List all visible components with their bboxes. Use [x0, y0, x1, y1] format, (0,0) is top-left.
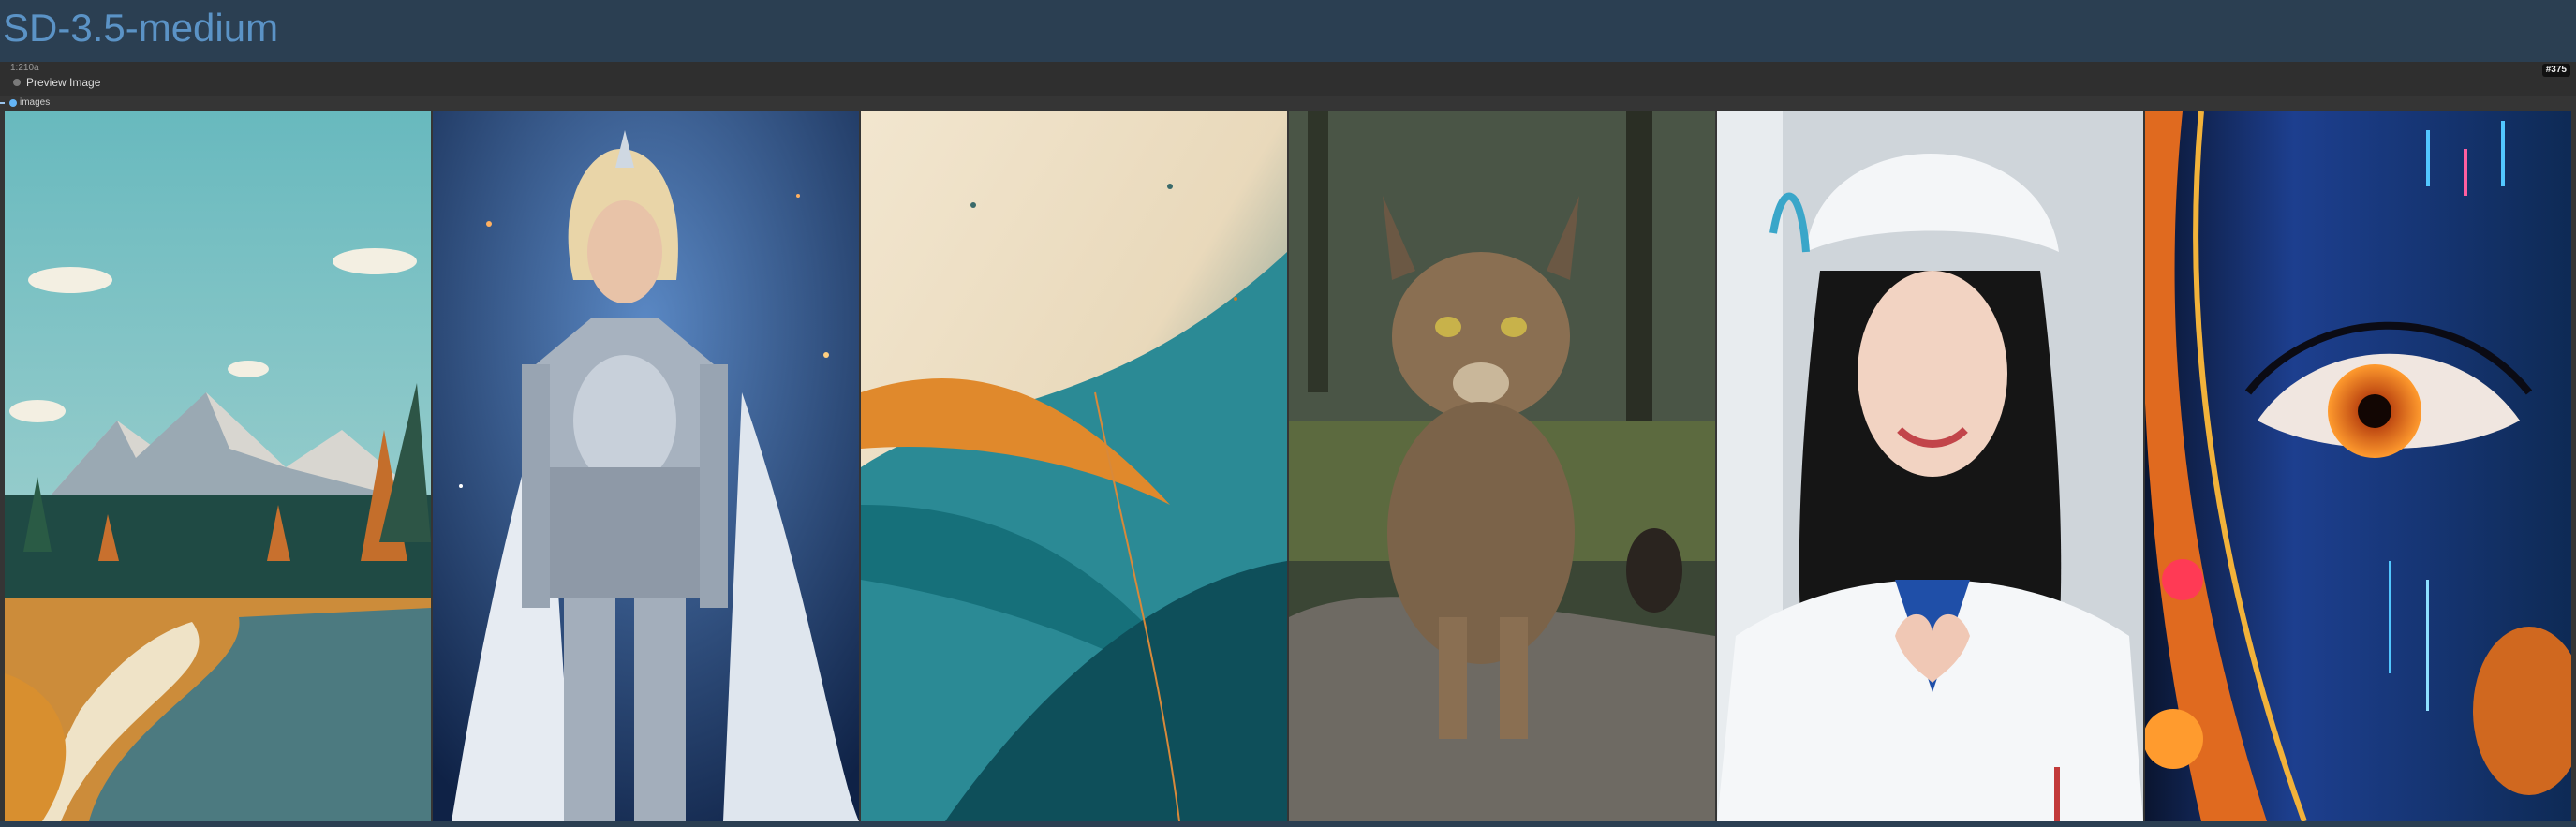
lynx-cat-image[interactable] [1289, 111, 1715, 821]
armored-knight-image[interactable] [433, 111, 859, 821]
preview-image-node[interactable]: 1:210a Preview Image #375 images [0, 62, 2576, 827]
node-footer [0, 821, 2576, 827]
node-collapse-dot[interactable] [13, 79, 21, 86]
image-gallery [5, 111, 2571, 821]
node-id: 1:210a [10, 63, 39, 73]
input-socket[interactable] [9, 99, 17, 107]
input-link-line [0, 102, 5, 104]
input-label: images [20, 97, 51, 108]
node-badge: #375 [2541, 64, 2570, 77]
nurse-heart-image[interactable] [1717, 111, 2143, 821]
abstract-feather-image[interactable] [861, 111, 1287, 821]
landscape-river-image[interactable] [5, 111, 431, 821]
input-row: images [0, 96, 2576, 111]
node-title: Preview Image [26, 76, 101, 89]
node-header[interactable]: 1:210a Preview Image #375 [0, 62, 2576, 96]
page-title: SD-3.5-medium [3, 6, 279, 50]
title-bar: SD-3.5-medium [0, 0, 2576, 62]
digital-eye-image[interactable] [2145, 111, 2571, 821]
